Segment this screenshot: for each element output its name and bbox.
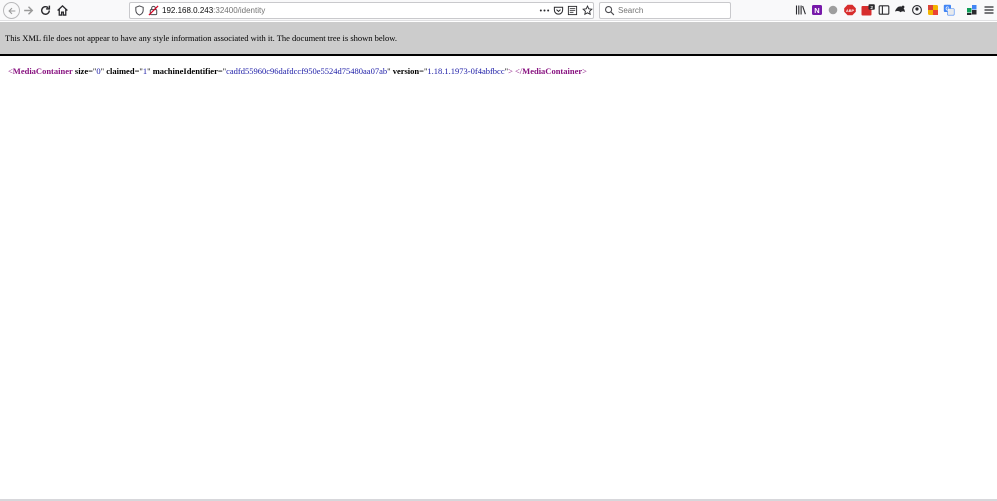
search-icon	[605, 6, 615, 16]
adblock-label: ABP	[846, 9, 854, 13]
colorful-extension-icon[interactable]	[927, 4, 939, 16]
reader-view-icon[interactable]	[567, 5, 578, 16]
library-icon[interactable]	[795, 4, 807, 16]
url-path: :32400/identity	[213, 6, 266, 15]
sidebar-toggle-icon[interactable]	[878, 4, 890, 16]
bookmark-star-icon[interactable]	[582, 5, 593, 16]
account-circle-icon[interactable]	[911, 4, 923, 16]
forward-arrow-icon	[24, 6, 34, 15]
svg-text:G: G	[945, 6, 949, 12]
xml-banner-message: This XML file does not appear to have an…	[5, 33, 398, 43]
pocket-icon[interactable]	[553, 5, 564, 16]
xml-document-tree: <MediaContainer size="0" claimed="1" mac…	[8, 66, 587, 76]
xml-attr-value: cadfd55960c96dafdccf950e5524d75480aa07ab	[226, 66, 388, 76]
notification-extension-icon[interactable]: 2	[861, 4, 875, 16]
url-text[interactable]: 192.168.0.243:32400/identity	[162, 3, 265, 18]
xml-attr-value: 1.18.1.1973-0f4abfbcc	[427, 66, 505, 76]
adblock-plus-icon[interactable]: ABP	[844, 4, 856, 16]
home-button[interactable]	[54, 2, 71, 19]
insecure-lock-icon[interactable]	[148, 5, 159, 16]
xml-attr-name: size	[74, 66, 89, 76]
onenote-clipper-icon[interactable]: N	[811, 4, 823, 16]
xml-attr-name: version	[392, 66, 420, 76]
notification-badge: 2	[870, 5, 873, 11]
forward-button[interactable]	[20, 2, 37, 19]
xml-attr-name: claimed	[106, 66, 135, 76]
browser-toolbar: 192.168.0.243:32400/identity N ABP 2	[0, 0, 997, 21]
hamburger-menu-icon[interactable]	[983, 4, 995, 16]
xml-attr-name: machineIdentifier	[152, 66, 218, 76]
home-icon	[57, 5, 68, 16]
xml-close-tag: MediaContainer	[522, 66, 583, 76]
translate-icon[interactable]: G	[943, 4, 955, 16]
url-bar[interactable]: 192.168.0.243:32400/identity	[129, 2, 594, 19]
gray-circle-extension-icon[interactable]	[827, 4, 839, 16]
xml-style-info-banner: This XML file does not appear to have an…	[0, 22, 997, 56]
svg-text:N: N	[814, 6, 819, 15]
search-input[interactable]	[618, 3, 726, 18]
page-actions-icon[interactable]	[538, 5, 550, 16]
search-bar[interactable]	[599, 2, 731, 19]
xml-open-tag: MediaContainer	[12, 66, 73, 76]
extension-puzzle-icon[interactable]	[966, 4, 978, 16]
url-host: 192.168.0.243	[162, 6, 214, 15]
back-arrow-icon	[7, 7, 15, 14]
reload-icon	[41, 5, 51, 15]
tracking-shield-icon[interactable]	[134, 5, 145, 16]
back-button[interactable]	[3, 2, 20, 19]
reload-button[interactable]	[37, 2, 54, 19]
dark-reader-icon[interactable]	[894, 4, 906, 16]
